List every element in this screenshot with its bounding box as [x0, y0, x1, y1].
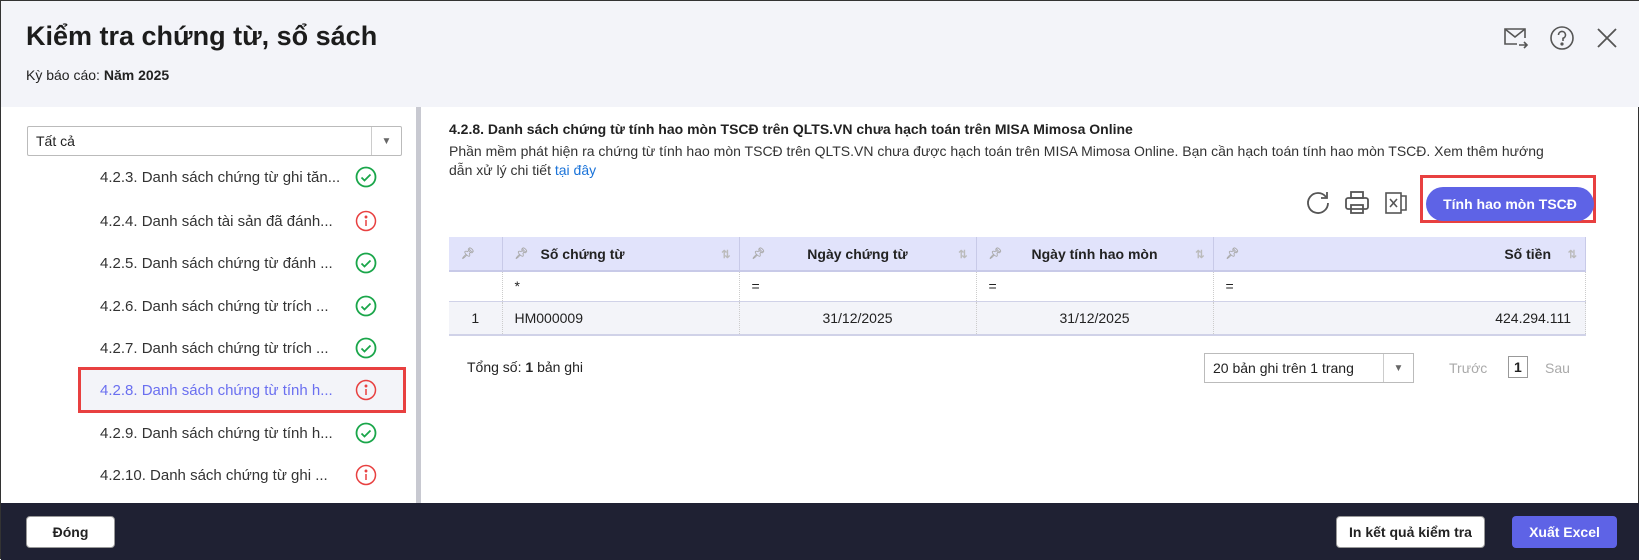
- export-excel-button[interactable]: Xuất Excel: [1512, 516, 1617, 548]
- sidebar-item[interactable]: 4.2.4. Danh sách tài sản đã đánh...: [81, 201, 403, 241]
- filter-amount[interactable]: =: [1213, 271, 1586, 302]
- chevron-down-icon[interactable]: ▼: [1383, 354, 1413, 382]
- page-size-select[interactable]: 20 bản ghi trên 1 trang ▼: [1204, 353, 1414, 383]
- check-circle-icon: [355, 337, 377, 359]
- table-header: 📌︎ 📌︎ Số chứng từ ⇅ 📌︎ Ngày chứng từ ⇅ 📌︎ Ngà…: [449, 237, 1586, 272]
- dialog-header: Kiểm tra chứng từ, sổ sách Kỳ báo cáo: N…: [1, 1, 1639, 107]
- filter-select[interactable]: Tất cả ▼: [27, 126, 402, 156]
- column-header-depreciation-date[interactable]: 📌︎ Ngày tính hao mòn ⇅: [976, 237, 1214, 272]
- info-circle-icon: [355, 464, 377, 486]
- total-records: Tổng số: 1 bản ghi: [467, 359, 583, 375]
- sort-icon[interactable]: ⇅: [958, 248, 967, 261]
- print-results-button[interactable]: In kết quả kiểm tra: [1336, 516, 1485, 548]
- column-header-amount[interactable]: 📌︎ Số tiền ⇅: [1213, 237, 1586, 272]
- sidebar-item-label: 4.2.6. Danh sách chứng từ trích ...: [100, 297, 329, 315]
- check-circle-icon: [355, 422, 377, 444]
- sidebar-item[interactable]: 4.2.5. Danh sách chứng từ đánh ...: [81, 243, 403, 283]
- check-circle-icon: [355, 295, 377, 317]
- cell-amount: 424.294.111: [1213, 301, 1586, 336]
- filter-cell: [449, 271, 503, 302]
- sidebar-item-label: 4.2.3. Danh sách chứng từ ghi tăn...: [100, 168, 341, 186]
- report-period: Kỳ báo cáo: Năm 2025: [26, 67, 170, 83]
- info-circle-icon: [355, 379, 377, 401]
- column-header-index[interactable]: 📌︎: [449, 237, 503, 272]
- sidebar-item-label: 4.2.4. Danh sách tài sản đã đánh...: [100, 212, 333, 230]
- next-page-button[interactable]: Sau: [1545, 360, 1570, 376]
- dialog-footer: Đóng In kết quả kiểm tra Xuất Excel: [1, 503, 1639, 560]
- guide-link[interactable]: tại đây: [555, 162, 596, 178]
- pin-icon[interactable]: 📌︎: [515, 247, 529, 260]
- table-footer: Tổng số: 1 bản ghi 20 bản ghi trên 1 tra…: [449, 343, 1586, 383]
- sidebar-item[interactable]: 4.2.7. Danh sách chứng từ trích ...: [81, 328, 403, 368]
- check-list-panel: Tất cả ▼ 4.2.3. Danh sách chứng từ ghi tă…: [1, 107, 416, 503]
- close-icon[interactable]: [1592, 23, 1622, 53]
- sort-icon[interactable]: ⇅: [1568, 248, 1577, 261]
- sidebar-item[interactable]: 4.2.3. Danh sách chứng từ ghi tăn...: [81, 157, 403, 197]
- section-description: Phần mềm phát hiện ra chứng từ tính hao …: [449, 143, 1544, 178]
- check-circle-icon: [355, 252, 377, 274]
- cell-index: 1: [449, 301, 503, 336]
- pin-icon[interactable]: 📌︎: [752, 247, 766, 260]
- sidebar-item-label: 4.2.7. Danh sách chứng từ trích ...: [100, 339, 329, 357]
- help-icon[interactable]: [1547, 23, 1577, 53]
- filter-voucher-date[interactable]: =: [739, 271, 977, 302]
- cell-depreciation-date: 31/12/2025: [976, 301, 1214, 336]
- filter-row: * = = =: [449, 271, 1586, 302]
- cell-voucher-no: HM000009: [502, 301, 740, 336]
- info-circle-icon: [355, 210, 377, 232]
- sidebar-item-label: 4.2.10. Danh sách chứng từ ghi ...: [100, 466, 328, 484]
- sort-icon[interactable]: ⇅: [721, 248, 730, 261]
- sidebar-item-label: 4.2.5. Danh sách chứng từ đánh ...: [100, 254, 333, 272]
- prev-page-button[interactable]: Trước: [1449, 360, 1487, 376]
- print-icon[interactable]: [1343, 189, 1371, 217]
- section-title: 4.2.8. Danh sách chứng từ tính hao mòn T…: [449, 121, 1133, 137]
- filter-voucher-no[interactable]: *: [502, 271, 740, 302]
- pin-icon[interactable]: 📌︎: [1226, 247, 1240, 260]
- column-header-voucher-no[interactable]: 📌︎ Số chứng từ ⇅: [502, 237, 740, 272]
- table-row[interactable]: 1 HM000009 31/12/2025 31/12/2025 424.294…: [449, 301, 1586, 336]
- detail-panel: 4.2.8. Danh sách chứng từ tính hao mòn T…: [449, 107, 1599, 503]
- sidebar-item-label: 4.2.8. Danh sách chứng từ tính h...: [100, 381, 333, 399]
- check-circle-icon: [355, 166, 377, 188]
- sidebar-item[interactable]: 4.2.8. Danh sách chứng từ tính h...: [78, 367, 406, 413]
- refresh-icon[interactable]: [1304, 189, 1332, 217]
- chevron-down-icon[interactable]: ▼: [371, 127, 401, 155]
- pin-icon[interactable]: 📌︎: [461, 247, 475, 260]
- voucher-table: 📌︎ 📌︎ Số chứng từ ⇅ 📌︎ Ngày chứng từ ⇅ 📌︎ Ngà…: [449, 237, 1586, 336]
- pin-icon[interactable]: 📌︎: [989, 247, 1003, 260]
- filter-depreciation-date[interactable]: =: [976, 271, 1214, 302]
- close-button[interactable]: Đóng: [26, 516, 115, 548]
- sidebar-item-label: 4.2.9. Danh sách chứng từ tính h...: [100, 424, 333, 442]
- dialog-title: Kiểm tra chứng từ, sổ sách: [26, 21, 378, 51]
- sidebar-item[interactable]: 4.2.10. Danh sách chứng từ ghi ...: [81, 455, 403, 495]
- column-header-voucher-date[interactable]: 📌︎ Ngày chứng từ ⇅: [739, 237, 977, 272]
- sidebar-item[interactable]: 4.2.9. Danh sách chứng từ tính h...: [81, 413, 403, 453]
- current-page[interactable]: 1: [1508, 356, 1528, 378]
- cell-voucher-date: 31/12/2025: [739, 301, 977, 336]
- sort-icon[interactable]: ⇅: [1195, 248, 1204, 261]
- sidebar-item[interactable]: 4.2.6. Danh sách chứng từ trích ...: [81, 286, 403, 326]
- excel-export-icon[interactable]: [1382, 189, 1410, 217]
- send-mail-icon[interactable]: [1501, 23, 1531, 53]
- panel-divider[interactable]: [416, 107, 421, 503]
- calculate-depreciation-button[interactable]: Tính hao mòn TSCĐ: [1426, 187, 1594, 221]
